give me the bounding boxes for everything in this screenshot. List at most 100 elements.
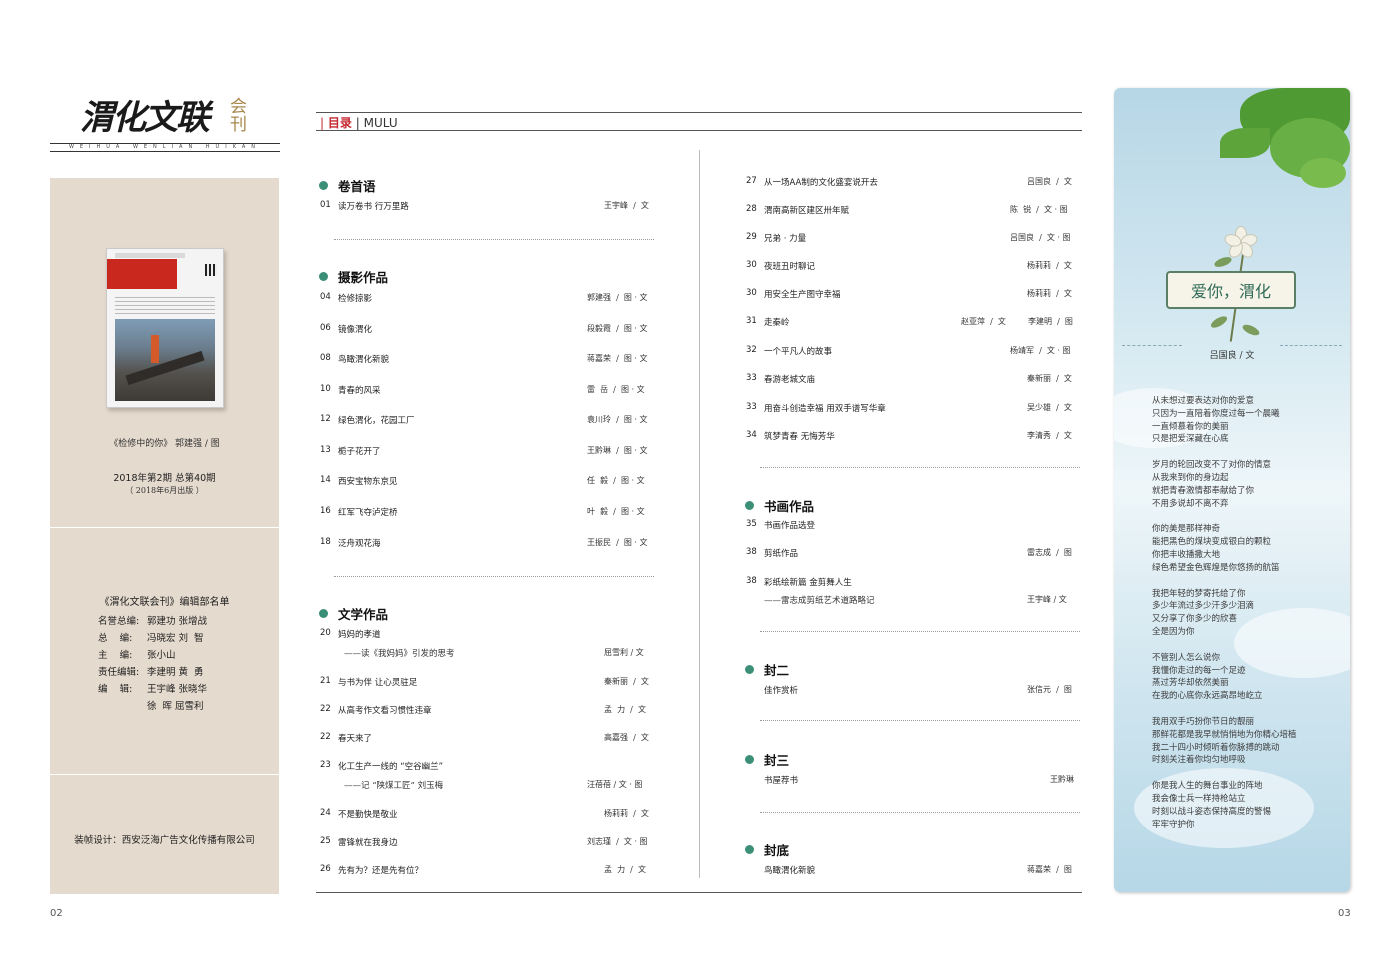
toc-entry[interactable]: 16 红军飞夺泸定桥叶 毅 / 图 · 文 <box>320 506 654 520</box>
page-number-right: 03 <box>1338 908 1351 919</box>
toc-entry[interactable]: 26 先有为？还是先有位？孟 力 / 文 <box>320 864 654 878</box>
toc-subtitle-author: 王宇峰 / 文 <box>1027 595 1067 604</box>
staff-row: 责任编辑: 李建明 黄 勇 <box>98 667 204 678</box>
toc-entry[interactable]: 30 用安全生产图守幸福 杨莉莉 / 文 <box>746 288 1080 302</box>
toc-entry[interactable]: 12 绿色渭化，花园工厂 袁川玲 / 图 · 文 <box>320 414 654 428</box>
poem-stanza: 不管别人怎么说你 我懂你走过的每一个足迹 蒸过芳华却依然美丽 在我的心底你永远高… <box>1152 652 1263 702</box>
toc-entry[interactable]: 18 泛舟观花海 王振民 / 图 · 文 <box>320 537 654 551</box>
toc-entry[interactable]: 27 从一场AA制的文化盛宴说开去 吕国良 / 文 <box>746 176 1080 190</box>
issue-number: 2018年第2期 总第40期 <box>113 473 216 484</box>
bullet-icon <box>745 501 754 510</box>
column-divider <box>699 150 700 878</box>
page-number-left: 02 <box>50 908 63 919</box>
header-rule-top <box>316 112 1082 113</box>
bullet-icon <box>745 665 754 674</box>
bullet-icon <box>319 181 328 190</box>
toc-entry[interactable]: 22 从高考作文看习惯性违章孟 力 / 文 <box>320 704 654 718</box>
poem-panel: 爱你，渭化 吕国良 / 文 从未想过要表达对你的爱意 只因为一直陪着你度过每一个… <box>1114 88 1350 892</box>
poem-author: 吕国良 / 文 <box>1209 351 1255 361</box>
cover-caption: 《检修中的你》 郭建强 / 图 <box>109 439 220 449</box>
poem-stanza: 岁月的轮回改变不了对你的情意 从我来到你的身边起 就把青春激情都奉献给了你 不用… <box>1152 460 1272 509</box>
toc-entry[interactable]: 28 渭南高新区建区卅年赋陈 锐 / 文 · 图 <box>746 204 1080 218</box>
header-rule-bottom <box>316 130 1082 131</box>
toc-subtitle-author: 屈雪利 / 文 <box>604 648 644 657</box>
cover-photo <box>115 319 215 401</box>
toc-entry[interactable]: 书屋荐书 王黔琳 <box>746 774 1080 788</box>
toc-entry[interactable]: 04 检修掠影 郭建强 / 图 · 文 <box>320 292 654 306</box>
toc-entry[interactable]: 23 化工生产一线的 “空谷幽兰” <box>320 760 654 774</box>
toc-subtitle: ——雷志成剪纸艺术道路略记 <box>764 596 875 606</box>
flower-icon <box>1222 226 1260 261</box>
toc-entry[interactable]: 22 春天来了 高嘉强 / 文 <box>320 732 654 746</box>
toc-entry[interactable]: 33 春游老城文庙 秦新丽 / 文 <box>746 373 1080 387</box>
dotted-divider <box>760 720 1080 721</box>
toc-entry[interactable]: 29 兄弟 · 力量 吕国良 / 文 · 图 <box>746 232 1080 246</box>
staff-row: 名誉总编: 郭建功 张增战 <box>98 616 208 627</box>
toc-entry[interactable]: 30 夜班丑时聊记 杨莉莉 / 文 <box>746 260 1080 274</box>
toc-header-en: MULU <box>363 116 398 130</box>
toc-entry[interactable]: 32 一个平凡人的故事 杨靖军 / 文 · 图 <box>746 345 1080 359</box>
toc-entry[interactable]: 35 书画作品选登 <box>746 519 1080 533</box>
toc-subtitle: ——记 “陕煤工匠” 刘玉梅 <box>344 781 444 791</box>
section-heading: 卷首语 <box>319 176 376 195</box>
bullet-icon <box>745 845 754 854</box>
poem-title: 爱你，渭化 <box>1190 282 1271 301</box>
toc-subtitle: ——读《我妈妈》引发的思考 <box>344 649 455 659</box>
toc-entry[interactable]: 01 读万卷书 行万里路 王宇峰 / 文 <box>320 200 654 214</box>
cover-thumbnail <box>106 248 224 408</box>
toc-entry[interactable]: 34 筑梦青春 无悔芳华 李清秀 / 文 <box>746 430 1080 444</box>
panel-divider <box>50 527 279 528</box>
section-heading: 封底 <box>745 840 789 859</box>
info-panel: 《检修中的你》 郭建强 / 图 2018年第2期 总第40期 （ 2018年6月… <box>50 178 279 894</box>
logo-subtitle: 会刊 <box>230 97 247 135</box>
designer-credit: 装帧设计：西安泛海广告文化传播有限公司 <box>74 835 255 846</box>
logo-pinyin: WEIHUA WENLIAN HUIKAN <box>68 144 262 150</box>
tree-leaves-icon <box>1200 88 1350 198</box>
toc-subtitle-author: 汪蓓蓓 / 文 · 图 <box>587 780 643 789</box>
poem-stanza: 你的美是那样神奇 能把黑色的煤块变成银白的颗粒 你把丰收播撒大地 绿色希望金色辉… <box>1152 524 1280 573</box>
toc-entry[interactable]: 31 走秦岭 赵亚萍 / 文李建明 / 图 <box>746 316 1080 330</box>
section-heading: 书画作品 <box>745 496 814 515</box>
toc-entry[interactable]: 21 与书为伴 让心灵驻足 秦新丽 / 文 <box>320 676 654 690</box>
toc-entry[interactable]: 14 西安宝物东京见任 毅 / 图 · 文 <box>320 475 654 489</box>
bullet-icon <box>319 609 328 618</box>
section-heading: 摄影作品 <box>319 267 388 286</box>
poem-stanza: 从未想过要表达对你的爱意 只因为一直陪着你度过每一个晨曦 一直倾慕着你的美丽 只… <box>1152 396 1280 445</box>
toc-entry[interactable]: 鸟瞰渭化新貌 蒋嘉荣 / 图 <box>746 864 1080 878</box>
bullet-icon <box>745 755 754 764</box>
issue-date: （ 2018年6月出版 ） <box>125 486 204 495</box>
staff-row: 总 编: 冯晓宏 刘 智 <box>98 633 204 644</box>
toc-entry[interactable]: 08 鸟瞰渭化新貌 蒋嘉荣 / 图 · 文 <box>320 353 654 367</box>
toc-header-cn: 目录 <box>327 116 352 130</box>
masthead-logo: 渭化文联 会刊 WEIHUA WENLIAN HUIKAN <box>50 82 282 154</box>
toc-entry[interactable]: 33 用奋斗创造幸福 用双手谱写华章 吴少雄 / 文 <box>746 402 1080 416</box>
poem-stanza: 我把年轻的梦寄托给了你 多少年流过多少汗多少泪滴 又分享了你多少的欣喜 全是因为… <box>1152 588 1255 637</box>
toc-entry[interactable]: 06 镜像渭化 段毅霞 / 图 · 文 <box>320 323 654 337</box>
section-heading: 封三 <box>745 750 789 769</box>
panel-divider <box>50 774 279 775</box>
toc-entry[interactable]: 13 栀子花开了 王黔琳 / 图 · 文 <box>320 445 654 459</box>
poem-stanza: 你是我人生的舞台事业的阵地 我会像士兵一样持枪站立 时刻以战斗姿态保持高度的警惕… <box>1152 781 1272 830</box>
dotted-divider <box>334 576 654 577</box>
dotted-divider <box>760 467 1080 468</box>
toc-entry[interactable]: 24 不是勤快是敬业 杨莉莉 / 文 <box>320 808 654 822</box>
staff-row: 主 编: 张小山 <box>98 650 176 661</box>
dotted-divider <box>760 631 1080 632</box>
section-heading: 封二 <box>745 660 789 679</box>
toc-header: | 目录 | MULU <box>320 116 398 130</box>
poem-body: 从未想过要表达对你的爱意 只因为一直陪着你度过每一个晨曦 一直倾慕着你的美丽 只… <box>1152 395 1342 844</box>
dotted-divider <box>760 812 1080 813</box>
bullet-icon <box>319 272 328 281</box>
poem-stanza: 我用双手巧扮你节日的靓丽 那鲜花都是我早就悄悄地为你精心培植 我二十四小时倾听着… <box>1152 716 1297 766</box>
staff-list: 名誉总编: 郭建功 张增战 总 编: 冯晓宏 刘 智 主 编: 张小山 责任编辑: 李建… <box>98 613 273 715</box>
toc-entry[interactable]: 10 青春的风采雷 岳 / 图 · 文 <box>320 384 654 398</box>
toc-entry[interactable]: 25 雷锋就在我身边 刘志瑾 / 文 · 图 <box>320 836 654 850</box>
toc-entry[interactable]: 38 彩纸绘新篇 金剪舞人生 <box>746 576 1080 590</box>
footer-rule <box>316 892 1082 893</box>
toc-entry[interactable]: 佳作赏析 张信元 / 图 <box>746 684 1080 698</box>
staff-title: 《渭化文联会刊》编辑部名单 <box>99 597 230 608</box>
toc-entry[interactable]: 38 剪纸作品 雷志成 / 图 <box>746 547 1080 561</box>
toc-entry[interactable]: 20 妈妈的孝道 <box>320 628 654 642</box>
section-heading: 文学作品 <box>319 604 388 623</box>
staff-row: 徐 晖 屈雪利 <box>147 701 204 712</box>
